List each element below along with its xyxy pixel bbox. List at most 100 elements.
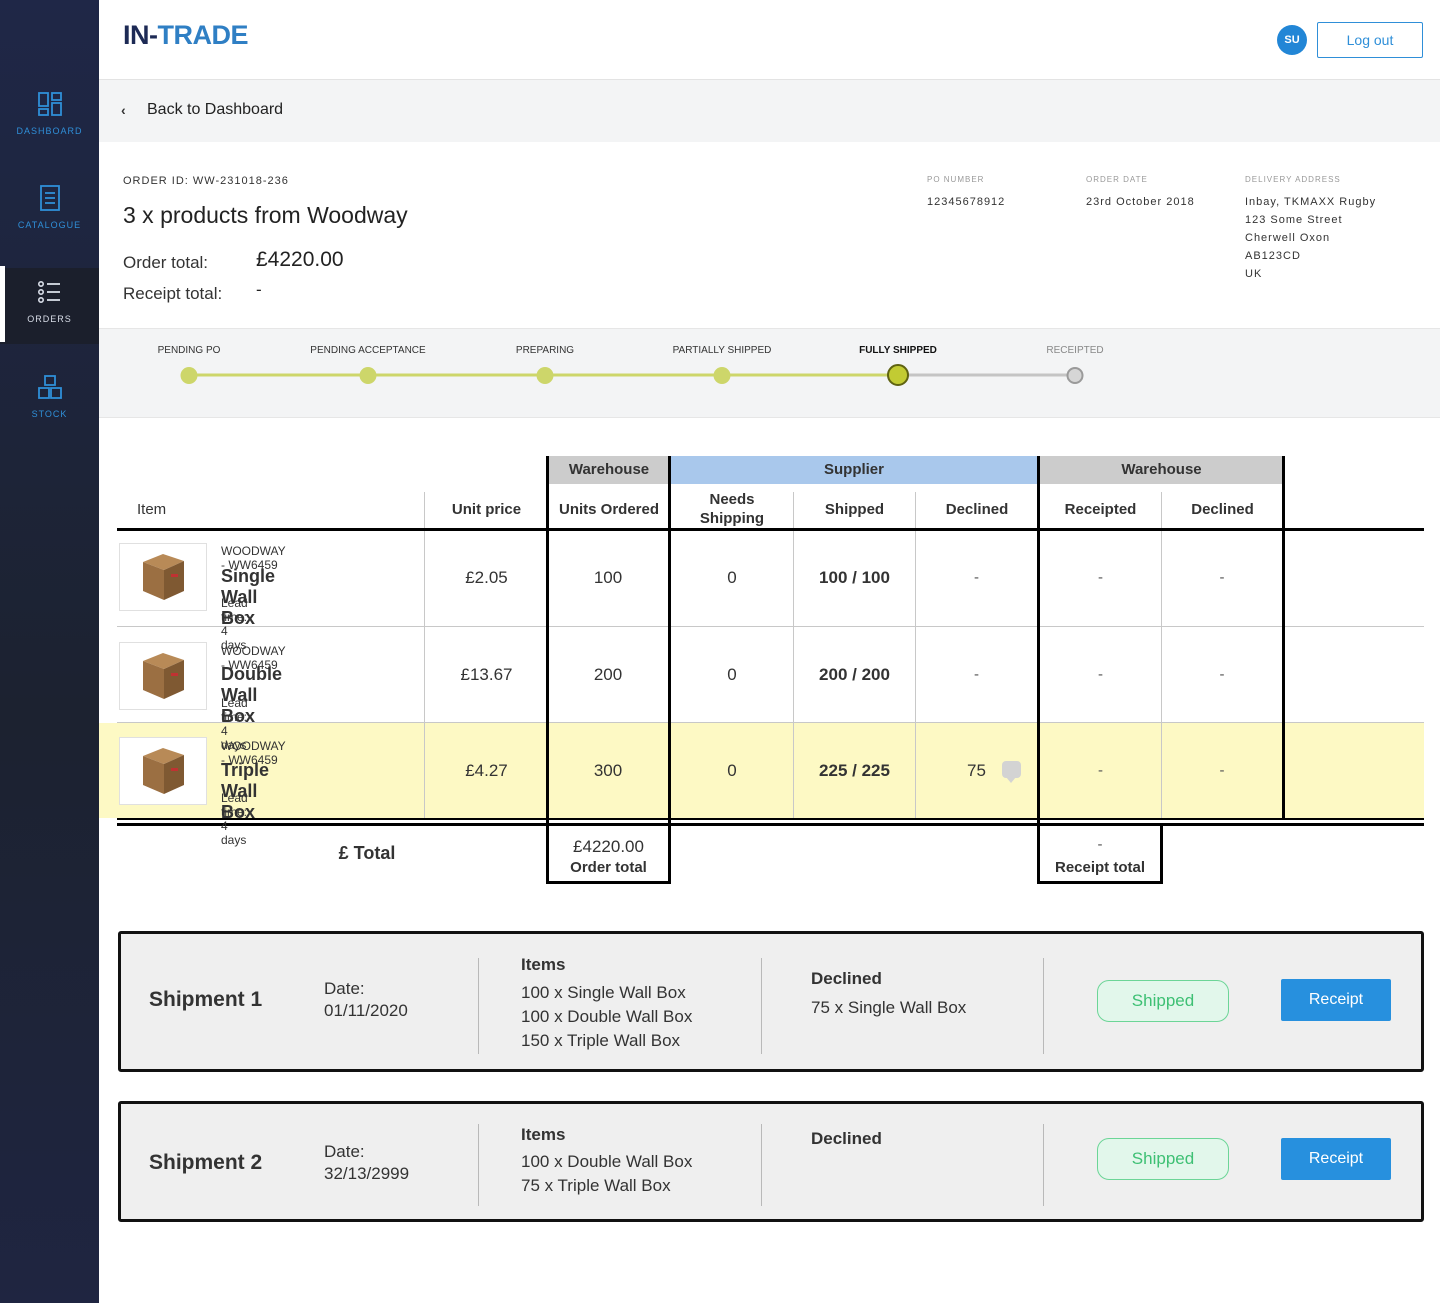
avatar[interactable]: SU <box>1277 25 1307 55</box>
box-product-icon <box>143 554 184 600</box>
order-total-label: Order total: <box>123 253 209 272</box>
shipped-count: 200 / 200 <box>819 665 890 684</box>
needs-shipping: 0 <box>727 665 737 684</box>
status-step-dot <box>713 367 731 384</box>
order-summary: ORDER ID: WW-231018-236 3 x products fro… <box>99 142 1440 328</box>
order-total-caption: Order total <box>570 859 647 876</box>
declined-item: 75 x Single Wall Box <box>811 998 967 1017</box>
column-header-shipped: Shipped <box>824 500 885 518</box>
box-product-icon <box>143 748 184 794</box>
address-line: Cherwell Oxon <box>1245 232 1331 244</box>
order-date-value: 23rd October 2018 <box>1086 196 1195 208</box>
shipment-item: 75 x Triple Wall Box <box>521 1176 671 1195</box>
receipt-total-caption: Receipt total <box>1054 859 1145 876</box>
chevron-left-icon[interactable]: ‹ <box>121 102 126 118</box>
order-total-value: £4220.00 <box>256 248 344 271</box>
shipment-item: 100 x Double Wall Box <box>521 1007 693 1026</box>
order-id: ORDER ID: WW-231018-236 <box>123 175 289 187</box>
po-number-value: 12345678912 <box>927 196 1006 208</box>
column-header-declined: Declined <box>945 500 1009 518</box>
shipment-item: 100 x Single Wall Box <box>521 983 686 1002</box>
back-to-dashboard-link[interactable]: Back to Dashboard <box>147 101 283 119</box>
column-header-unit-price: Unit price <box>451 500 522 518</box>
shipped-count: 225 / 225 <box>819 761 890 780</box>
sidebar-item-stock[interactable]: STOCK <box>0 373 99 449</box>
product-thumbnail <box>119 642 207 710</box>
shipment-item: 150 x Triple Wall Box <box>521 1031 681 1050</box>
sidebar-item-label: CATALOGUE <box>17 220 82 230</box>
shipped-status-badge[interactable]: Shipped <box>1097 1138 1229 1180</box>
shipment-items: 100 x Double Wall Box 75 x Triple Wall B… <box>521 1150 692 1198</box>
declined-heading: Declined <box>811 1129 882 1148</box>
stock-icon <box>37 375 62 399</box>
declined-count: - <box>974 666 979 683</box>
declined-heading: Declined <box>811 969 882 988</box>
group-header-warehouse-receipt: Warehouse <box>1040 456 1283 484</box>
product-thumbnail <box>119 543 207 611</box>
needs-shipping: 0 <box>727 568 737 587</box>
app-logo[interactable]: IN-TRADE <box>123 20 248 51</box>
units-ordered: 200 <box>593 665 623 684</box>
sidebar: DASHBOARD CATALOGUE ORDERS STOCK <box>0 0 99 1303</box>
status-step-dot <box>180 367 198 384</box>
sidebar-item-label: STOCK <box>31 409 68 419</box>
active-indicator <box>0 266 5 342</box>
order-date-label: ORDER DATE <box>1086 175 1148 184</box>
items-heading: Items <box>521 1125 566 1144</box>
sidebar-item-dashboard[interactable]: DASHBOARD <box>0 90 99 166</box>
po-number-label: PO NUMBER <box>927 175 985 184</box>
unit-price: £4.27 <box>465 761 508 780</box>
shipment-date-value: 01/11/2020 <box>324 1001 408 1020</box>
sidebar-item-label: DASHBOARD <box>16 126 83 136</box>
status-step-label: FULLY SHIPPED <box>859 345 937 356</box>
total-label: £ Total <box>338 843 396 863</box>
receipted-count: - <box>1098 666 1103 683</box>
group-header-supplier: Supplier <box>671 456 1037 484</box>
status-step-label: RECEIPTED <box>1046 345 1104 356</box>
address-line: AB123CD <box>1245 250 1301 262</box>
dashboard-icon <box>37 92 62 116</box>
status-step-dot <box>1066 367 1084 384</box>
status-step-dot <box>536 367 554 384</box>
needs-shipping: 0 <box>727 761 737 780</box>
receipt-total-value: - <box>256 280 262 299</box>
sidebar-item-orders[interactable]: ORDERS <box>0 266 99 344</box>
column-header-item: Item <box>137 500 167 518</box>
shipped-status-badge[interactable]: Shipped <box>1097 980 1229 1022</box>
shipment-date: Date: 01/11/2020 <box>324 978 408 1022</box>
order-status-tracker: PENDING PO PENDING ACCEPTANCE PREPARING PAR… <box>99 328 1440 418</box>
status-step-label: PARTIALLY SHIPPED <box>672 345 772 356</box>
receipt-total-amount: - <box>1097 836 1103 853</box>
receipt-button[interactable]: Receipt <box>1281 979 1391 1021</box>
order-total-amount: £4220.00 <box>573 837 644 856</box>
receipted-count: - <box>1098 762 1103 779</box>
shipment-date-label: Date: <box>324 1142 365 1161</box>
receipt-declined-count: - <box>1219 762 1225 779</box>
logo-part-2: TRADE <box>157 20 249 50</box>
address-line: UK <box>1245 268 1263 280</box>
receipt-button[interactable]: Receipt <box>1281 1138 1391 1180</box>
logout-button[interactable]: Log out <box>1317 22 1423 58</box>
shipment-date: Date: 32/13/2999 <box>324 1141 409 1185</box>
declined-count: - <box>974 569 979 586</box>
page-title: 3 x products from Woodway <box>123 202 408 228</box>
sidebar-item-catalogue[interactable]: CATALOGUE <box>0 184 99 260</box>
orders-icon <box>37 280 60 303</box>
logo-part-1: IN- <box>123 20 158 50</box>
shipment-item: 100 x Double Wall Box <box>521 1152 693 1171</box>
comment-icon[interactable] <box>1002 761 1021 783</box>
delivery-address: Inbay, TKMAXX Rugby 123 Some Street Cher… <box>1245 193 1376 283</box>
receipted-count: - <box>1098 569 1103 586</box>
shipment-card: Shipment 2 Date: 32/13/2999 Items 100 x … <box>118 1101 1424 1222</box>
shipment-name: Shipment 1 <box>149 988 263 1011</box>
column-header-units-ordered: Units Ordered <box>558 500 660 518</box>
group-header-warehouse: Warehouse <box>549 456 669 484</box>
receipt-declined-count: - <box>1219 666 1225 683</box>
address-line: 123 Some Street <box>1245 214 1343 226</box>
status-step-label: PENDING ACCEPTANCE <box>310 345 426 356</box>
shipment-date-value: 32/13/2999 <box>324 1164 410 1183</box>
receipt-declined-count: - <box>1219 569 1225 586</box>
top-header: IN-TRADE SU Log out <box>99 0 1440 80</box>
status-step-dot <box>887 364 909 386</box>
column-header-needs-shipping: Needs Shipping <box>699 491 765 527</box>
